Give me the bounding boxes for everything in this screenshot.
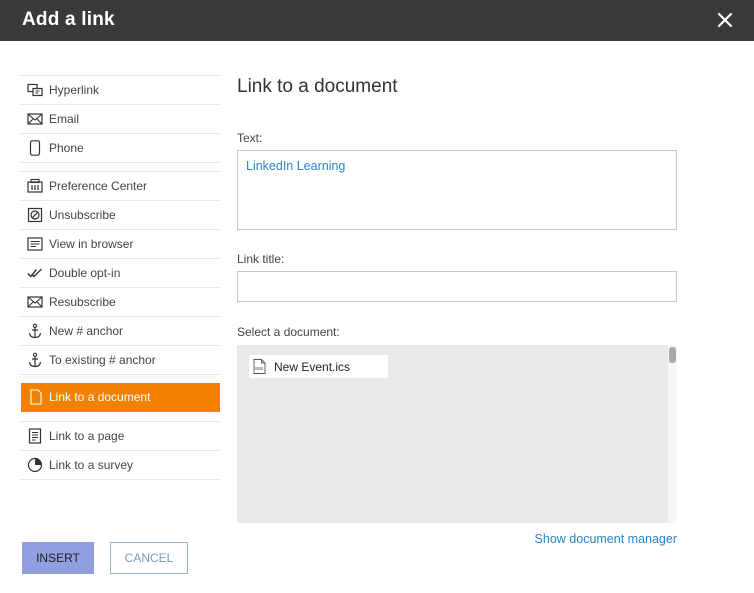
envelope-icon bbox=[27, 296, 43, 308]
sidebar-item-label: Resubscribe bbox=[49, 295, 116, 309]
page-icon bbox=[28, 428, 42, 444]
sidebar-item-view-in-browser[interactable]: View in browser bbox=[20, 230, 220, 259]
document-name: New Event.ics bbox=[274, 360, 351, 374]
scrollbar-thumb[interactable] bbox=[669, 347, 676, 363]
sidebar-group-content: Link to a page Link to a survey bbox=[20, 421, 220, 480]
sidebar-item-label: Link to a document bbox=[49, 390, 151, 404]
document-list-scrollbar[interactable] bbox=[668, 345, 677, 523]
link-title-input[interactable] bbox=[237, 271, 677, 302]
cancel-button[interactable]: CANCEL bbox=[110, 542, 188, 574]
preference-center-icon bbox=[27, 178, 43, 193]
sidebar-item-double-opt-in[interactable]: Double opt-in bbox=[20, 259, 220, 288]
link-title-label: Link title: bbox=[237, 252, 285, 266]
document-list[interactable]: New Event.ics bbox=[237, 345, 677, 523]
show-document-manager-link[interactable]: Show document manager bbox=[535, 532, 677, 546]
text-label: Text: bbox=[237, 131, 263, 145]
sidebar-item-new-anchor[interactable]: New # anchor bbox=[20, 317, 220, 346]
sidebar-item-link-to-survey[interactable]: Link to a survey bbox=[20, 451, 220, 480]
sidebar-item-label: New # anchor bbox=[49, 324, 124, 338]
sidebar-item-label: Hyperlink bbox=[49, 83, 100, 97]
pie-chart-icon bbox=[27, 457, 43, 473]
sidebar-item-hyperlink[interactable]: Hyperlink bbox=[20, 76, 220, 105]
sidebar-item-existing-anchor[interactable]: To existing # anchor bbox=[20, 346, 220, 375]
sidebar-group-basic: Hyperlink Email Phone bbox=[20, 75, 220, 163]
hyperlink-icon bbox=[27, 83, 43, 97]
anchor-icon bbox=[28, 352, 42, 368]
document-icon bbox=[30, 389, 42, 405]
panel-heading: Link to a document bbox=[237, 76, 398, 97]
sidebar-item-label: View in browser bbox=[49, 237, 134, 251]
document-item[interactable]: New Event.ics bbox=[249, 355, 388, 378]
unsubscribe-icon bbox=[27, 207, 43, 223]
sidebar-item-phone[interactable]: Phone bbox=[20, 134, 220, 163]
select-document-label: Select a document: bbox=[237, 325, 340, 339]
sidebar-item-email[interactable]: Email bbox=[20, 105, 220, 134]
insert-button[interactable]: INSERT bbox=[22, 542, 94, 574]
sidebar-item-label: Email bbox=[49, 112, 80, 126]
double-check-icon bbox=[27, 268, 42, 278]
envelope-icon bbox=[27, 113, 43, 125]
sidebar-item-label: Link to a page bbox=[49, 429, 125, 443]
sidebar-group-special: Preference Center Unsubscribe View in br… bbox=[20, 171, 220, 375]
close-icon[interactable] bbox=[714, 9, 736, 31]
browser-view-icon bbox=[27, 237, 43, 251]
link-text-field[interactable]: LinkedIn Learning bbox=[237, 150, 677, 230]
sidebar-item-link-to-document[interactable]: Link to a document bbox=[21, 383, 220, 412]
sidebar-item-label: Double opt-in bbox=[49, 266, 121, 280]
sidebar-item-label: Link to a survey bbox=[49, 458, 134, 472]
phone-icon bbox=[29, 140, 41, 156]
sidebar-item-label: Preference Center bbox=[49, 179, 148, 193]
dialog-title: Add a link bbox=[22, 9, 115, 30]
anchor-icon bbox=[28, 323, 42, 339]
sidebar-item-unsubscribe[interactable]: Unsubscribe bbox=[20, 201, 220, 230]
sidebar-item-label: Unsubscribe bbox=[49, 208, 116, 222]
sidebar-item-label: To existing # anchor bbox=[49, 353, 156, 367]
sidebar-item-link-to-page[interactable]: Link to a page bbox=[20, 422, 220, 451]
sidebar-item-preference-center[interactable]: Preference Center bbox=[20, 172, 220, 201]
file-icon bbox=[253, 359, 266, 374]
sidebar-item-label: Phone bbox=[49, 141, 84, 155]
sidebar-item-resubscribe[interactable]: Resubscribe bbox=[20, 288, 220, 317]
dialog-titlebar: Add a link bbox=[0, 0, 754, 41]
